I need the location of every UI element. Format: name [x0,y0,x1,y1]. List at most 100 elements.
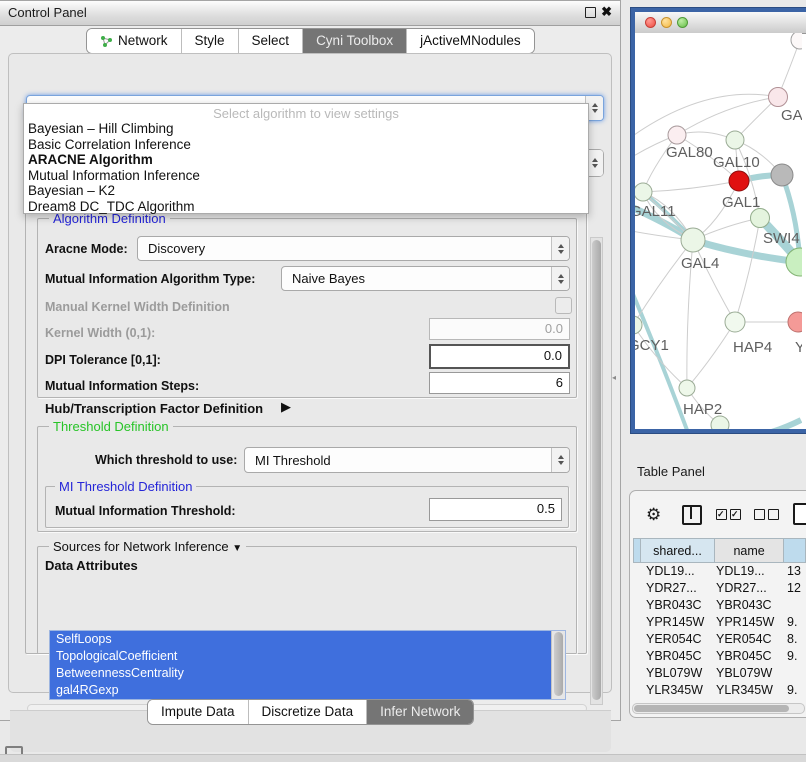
mi-steps-input[interactable]: 6 [429,372,570,394]
mi-type-combo[interactable]: Naive Bayes [281,266,570,291]
attribute-item[interactable]: gal4RGexp [50,682,551,699]
tab-label: Select [252,29,290,53]
float-panel-icon[interactable] [585,7,596,18]
table-row[interactable]: YBL079WYBL079W [633,665,806,682]
data-attributes-label: Data Attributes [45,558,138,573]
network-node-label: Y [795,339,802,356]
network-node-gcy1[interactable] [635,316,642,334]
network-node-gal80[interactable] [668,126,686,144]
mi-type-label: Mutual Information Algorithm Type: [45,272,255,286]
network-edge[interactable] [635,325,687,388]
which-threshold-combo[interactable]: MI Threshold [244,447,570,473]
network-edge[interactable] [687,322,735,388]
attribute-item[interactable]: SelfLoops [50,631,551,648]
attribute-item[interactable]: BetweennessCentrality [50,665,551,682]
stepper-icon [551,267,569,290]
data-attributes-list[interactable]: SelfLoopsTopologicalCoefficientBetweenne… [49,630,566,700]
column-header-partial[interactable] [784,538,806,563]
table-cell: 9. [783,648,797,665]
table-row[interactable]: YBR043CYBR043C [633,597,806,614]
network-edge-highlighted[interactable] [731,420,801,429]
algorithm-option[interactable]: Mutual Information Inference [24,168,588,184]
network-node-gal4[interactable] [681,228,705,252]
table-row[interactable]: YBR045CYBR045C9. [633,648,806,665]
checked-boxes-icon[interactable]: ✓✓ [716,509,741,520]
network-node-gray-node[interactable] [771,164,793,186]
dpi-tolerance-input[interactable]: 0.0 [429,344,570,369]
network-node-swi4[interactable] [751,209,770,228]
tab-select[interactable]: Select [238,29,303,53]
algorithm-option[interactable]: Bayesian – Hill Climbing [24,121,588,137]
attributes-scrollbar[interactable] [551,631,565,699]
split-columns-icon[interactable] [682,505,702,525]
network-edge[interactable] [635,240,693,325]
network-node-gal1[interactable] [729,171,749,191]
table-cell: YBL079W [711,665,783,682]
column-header-shared...[interactable]: shared... [641,538,716,563]
algorithm-option[interactable]: Basic Correlation Inference [24,137,588,153]
table-row[interactable]: YDR27...YDR27...12 [633,580,806,597]
network-edge[interactable] [643,181,739,192]
network-node-label: GAL11 [635,203,676,220]
row-index-header[interactable] [633,538,641,563]
network-node-label: GAL10 [713,154,760,171]
tab-jactivemnodules[interactable]: jActiveMNodules [406,29,534,53]
algorithm-option[interactable]: Bayesian – K2 [24,183,588,199]
tab-cyni-toolbox[interactable]: Cyni Toolbox [302,29,406,53]
unchecked-boxes-icon[interactable] [754,509,779,520]
table-icon[interactable] [793,503,806,525]
network-node-label: GAL80 [666,144,713,161]
network-edge[interactable] [735,218,760,322]
control-panel-title: Control Panel [8,5,87,20]
tab-style[interactable]: Style [181,29,238,53]
table-header-row[interactable]: shared...name [633,538,806,563]
attribute-item[interactable]: TopologicalCoefficient [50,648,551,665]
network-node-pink-right[interactable] [788,312,802,332]
close-traffic-light-icon[interactable] [645,17,656,28]
table-cell: YDR27... [633,580,711,597]
tab-label: Style [195,29,225,53]
tab-network[interactable]: Network [87,29,181,53]
table-horizontal-scrollbar-thumb[interactable] [634,705,789,712]
table-cell: YBR045C [711,648,783,665]
aracne-mode-combo[interactable]: Discovery [137,236,570,261]
close-icon[interactable]: ✖ [601,4,612,20]
table-row[interactable]: YIL052CYIL052C9 [633,699,806,702]
tab-label: Discretize Data [262,700,354,724]
tab-impute-data[interactable]: Impute Data [148,700,248,724]
network-edge-highlighted[interactable] [635,280,687,429]
expand-right-icon[interactable]: ▶ [281,399,291,415]
network-edge[interactable] [677,97,778,135]
network-node-bottom-partial[interactable] [711,416,729,429]
algorithm-option[interactable]: Dream8 DC_TDC Algorithm [24,199,588,215]
table-row[interactable]: YDL19...YDL19...13 [633,563,806,580]
settings-vertical-scrollbar-thumb[interactable] [592,240,601,700]
network-node-hap2[interactable] [679,380,695,396]
zoom-traffic-light-icon[interactable] [677,17,688,28]
table-row[interactable]: YER054CYER054C8. [633,631,806,648]
tab-infer-network[interactable]: Infer Network [366,700,473,724]
table-row[interactable]: YPR145WYPR145W9. [633,614,806,631]
table-rows[interactable]: YDL19...YDL19...13YDR27...YDR27...12YBR0… [633,563,806,702]
network-canvas[interactable]: GALGAL80GAL10GAL1GAL11SWI4GAL4GCY1HAP4YH… [635,33,802,429]
mi-threshold-input[interactable]: 0.5 [429,498,562,521]
kernel-width-input[interactable]: 0.0 [429,318,570,340]
network-node-hap4[interactable] [725,312,745,332]
network-node-gal10[interactable] [726,131,744,149]
network-node-gal11[interactable] [635,183,652,201]
table-cell: YBR043C [633,597,711,614]
algorithm-option[interactable]: ARACNE Algorithm [24,152,588,168]
kernel-width-label: Kernel Width (0,1): [45,326,155,340]
collapse-down-icon[interactable]: ▼ [232,543,242,554]
network-node-gal-pink[interactable] [769,88,788,107]
network-node-label: GAL [781,107,802,124]
table-row[interactable]: YLR345WYLR345W9. [633,682,806,699]
network-node-top-partial[interactable] [791,33,802,49]
splitter-handle[interactable]: ◂ [612,373,618,382]
column-header-name[interactable]: name [715,538,784,563]
manual-kernel-checkbox[interactable] [555,297,572,314]
tab-discretize-data[interactable]: Discretize Data [248,700,367,724]
table-cell: 9 [783,699,794,702]
gear-icon[interactable]: ⚙ [646,505,661,525]
minimize-traffic-light-icon[interactable] [661,17,672,28]
